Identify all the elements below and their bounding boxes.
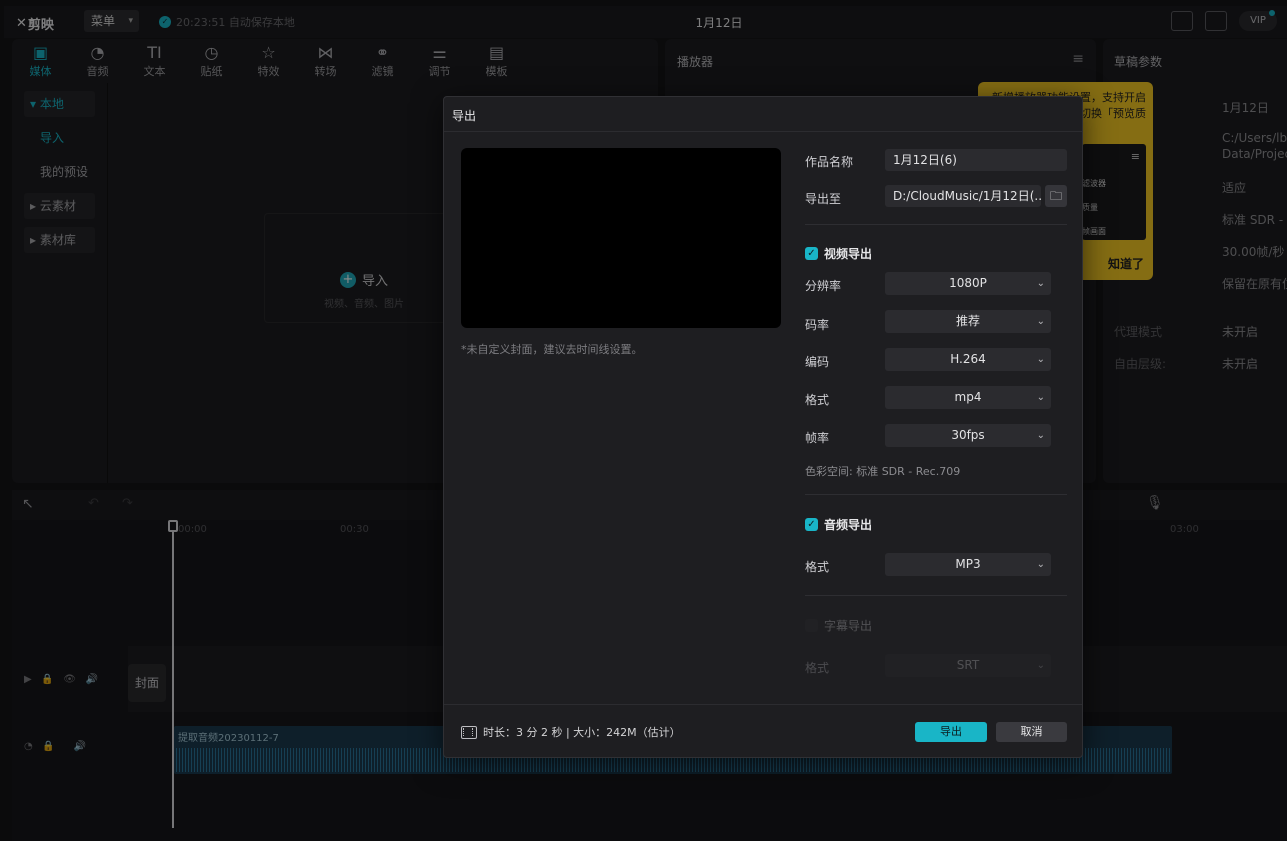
fps-select[interactable]: 30fps ⌄ bbox=[885, 424, 1051, 447]
divider bbox=[805, 224, 1067, 225]
divider bbox=[805, 595, 1067, 596]
codec-select[interactable]: H.264 ⌄ bbox=[885, 348, 1051, 371]
audio-export-section: ✓ 音频导出 bbox=[805, 516, 872, 533]
format-select[interactable]: mp4 ⌄ bbox=[885, 386, 1051, 409]
fps-label: 帧率 bbox=[805, 431, 830, 445]
subtitle-export-checkbox[interactable] bbox=[805, 619, 818, 632]
bitrate-select[interactable]: 推荐 ⌄ bbox=[885, 310, 1051, 333]
film-icon bbox=[461, 725, 477, 739]
chevron-down-icon: ⌄ bbox=[1036, 660, 1045, 671]
dialog-title: 导出 bbox=[452, 109, 477, 123]
subtitle-export-section: 字幕导出 bbox=[805, 617, 872, 634]
codec-label: 编码 bbox=[805, 355, 830, 369]
chevron-down-icon: ⌄ bbox=[1036, 559, 1045, 570]
name-input[interactable]: 1月12日(6) bbox=[885, 149, 1067, 171]
chevron-down-icon: ⌄ bbox=[1036, 430, 1045, 441]
divider bbox=[805, 494, 1067, 495]
export-dialog: 导出 *未自定义封面，建议去时间线设置。 作品名称 1月12日(6) 导出至 D… bbox=[443, 96, 1083, 758]
audio-format-select[interactable]: MP3 ⌄ bbox=[885, 553, 1051, 576]
path-label: 导出至 bbox=[805, 192, 842, 206]
path-input[interactable]: D:/CloudMusic/1月12日(... bbox=[885, 185, 1041, 207]
subtitle-format-select: SRT ⌄ bbox=[885, 654, 1051, 677]
resolution-select[interactable]: 1080P ⌄ bbox=[885, 272, 1051, 295]
audio-format-label: 格式 bbox=[805, 560, 830, 574]
video-export-section: ✓ 视频导出 bbox=[805, 245, 872, 262]
subtitle-format-label: 格式 bbox=[805, 661, 830, 675]
cover-preview[interactable] bbox=[461, 148, 781, 328]
chevron-down-icon: ⌄ bbox=[1036, 392, 1045, 403]
folder-icon[interactable]: 🗀 bbox=[1045, 185, 1067, 207]
export-summary: 时长：3 分 2 秒 | 大小：242M（估计） bbox=[461, 724, 681, 740]
cover-hint: *未自定义封面，建议去时间线设置。 bbox=[461, 343, 643, 356]
bitrate-label: 码率 bbox=[805, 318, 830, 332]
divider bbox=[444, 131, 1082, 132]
resolution-label: 分辨率 bbox=[805, 279, 842, 293]
format-label: 格式 bbox=[805, 393, 830, 407]
divider bbox=[444, 704, 1082, 705]
export-button[interactable]: 导出 bbox=[915, 722, 987, 742]
audio-export-checkbox[interactable]: ✓ bbox=[805, 518, 818, 531]
colorspace-info: 色彩空间: 标准 SDR - Rec.709 bbox=[805, 465, 961, 478]
chevron-down-icon: ⌄ bbox=[1036, 354, 1045, 365]
video-export-checkbox[interactable]: ✓ bbox=[805, 247, 818, 260]
cancel-button[interactable]: 取消 bbox=[996, 722, 1067, 742]
chevron-down-icon: ⌄ bbox=[1036, 278, 1045, 289]
chevron-down-icon: ⌄ bbox=[1036, 316, 1045, 327]
name-label: 作品名称 bbox=[805, 155, 854, 169]
app-window: ✕ 剪映 菜单 ▾ ✓ 20:23:51 自动保存本地 1月12日 VIP ▣ 媒体 ◔… bbox=[0, 0, 1287, 841]
